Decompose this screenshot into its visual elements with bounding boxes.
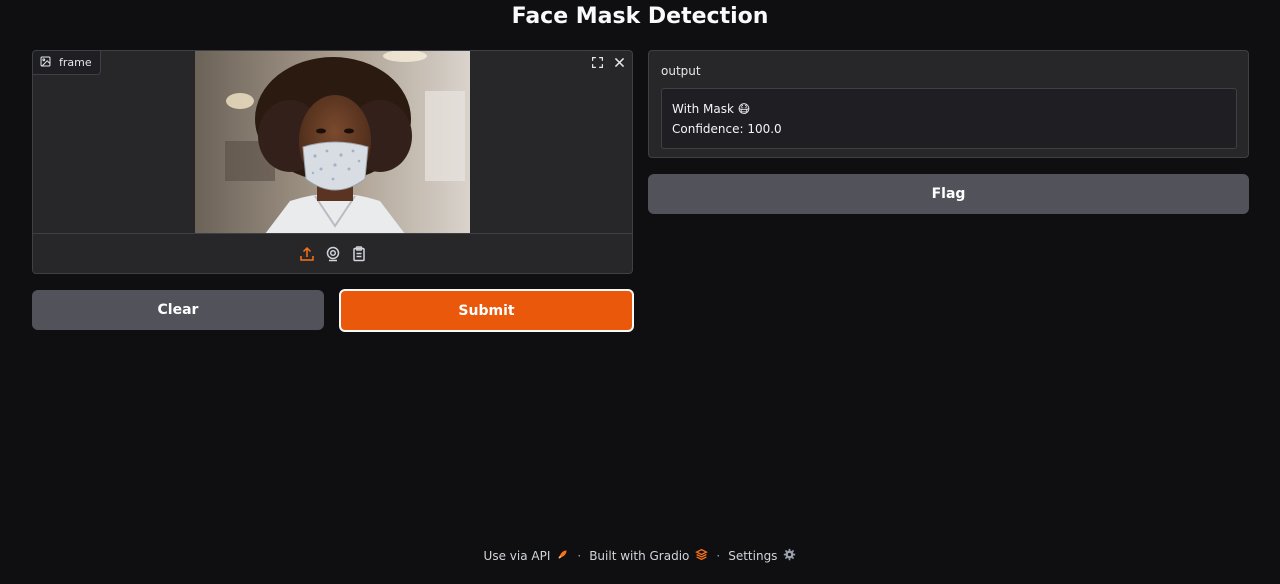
fullscreen-icon[interactable] [587, 53, 607, 71]
built-with-gradio-link[interactable]: Built with Gradio [589, 548, 709, 564]
use-via-api-label: Use via API [483, 549, 551, 563]
built-with-gradio-label: Built with Gradio [589, 549, 690, 563]
input-label-chip: frame [33, 51, 101, 75]
settings-link[interactable]: Settings [728, 548, 796, 564]
use-via-api-link[interactable]: Use via API [484, 548, 570, 564]
output-label: output [661, 64, 701, 78]
output-line-prediction: With Mask 😷 [672, 102, 751, 116]
page-title: Face Mask Detection [511, 4, 769, 29]
submit-button[interactable]: Submit [339, 289, 634, 332]
output-line-confidence: Confidence: 100.0 [672, 122, 782, 136]
flag-button[interactable]: Flag [648, 174, 1249, 214]
webcam-icon[interactable] [325, 245, 341, 263]
input-label-text: frame [59, 56, 92, 69]
gradio-app: Face Mask Detection frame Clear Submit o… [0, 0, 1280, 584]
image-input-panel[interactable]: frame [32, 50, 633, 274]
footer: Use via API · Built with Gradio · Settin… [0, 548, 1280, 564]
gradio-logo-icon [695, 548, 709, 564]
output-textbox[interactable]: With Mask 😷 Confidence: 100.0 [661, 88, 1237, 149]
clipboard-icon[interactable] [351, 245, 367, 263]
footer-separator: · [716, 549, 721, 563]
image-icon [40, 56, 51, 70]
image-corner-tools [587, 53, 629, 71]
rocket-icon [556, 548, 569, 564]
clear-button[interactable]: Clear [32, 290, 324, 330]
gear-icon [783, 548, 796, 564]
image-source-bar [33, 233, 632, 273]
close-icon[interactable] [609, 53, 629, 71]
output-panel: output With Mask 😷 Confidence: 100.0 [648, 50, 1249, 158]
uploaded-image[interactable] [195, 51, 470, 234]
upload-icon[interactable] [299, 245, 315, 263]
settings-label: Settings [728, 549, 778, 563]
footer-separator: · [577, 549, 582, 563]
